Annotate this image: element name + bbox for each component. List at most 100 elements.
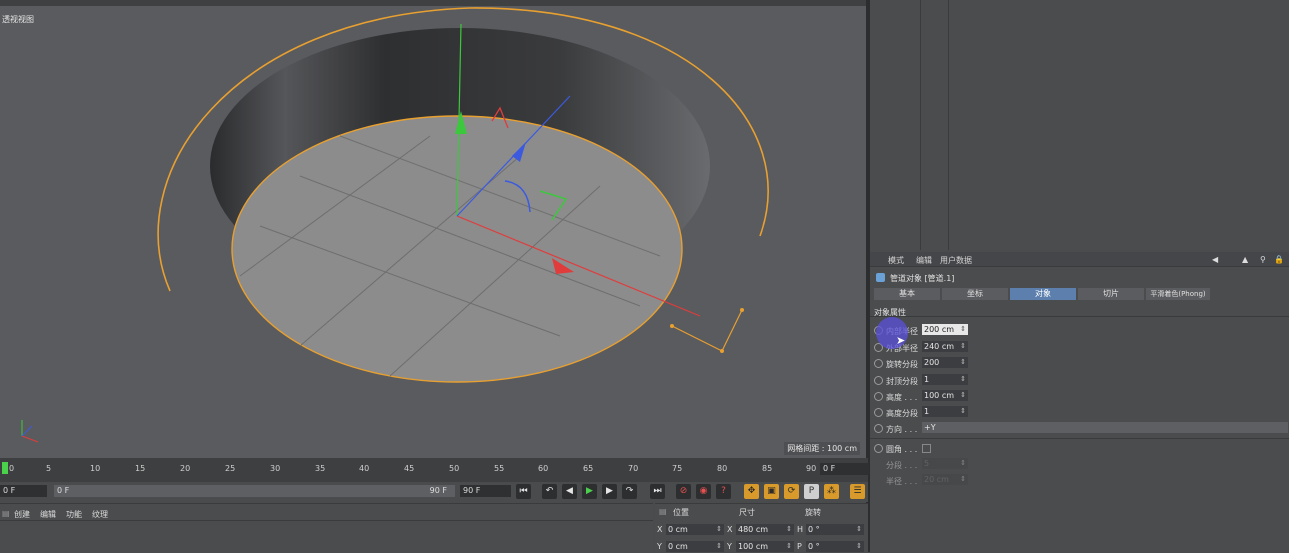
tick-label: 75 [672,464,683,473]
tab-object[interactable]: 对象 [1010,288,1076,300]
scene-canvas[interactable] [0,6,866,458]
menu-texture[interactable]: 纹理 [92,509,108,520]
handle-bracket[interactable] [671,309,743,352]
tab-basic[interactable]: 基本 [874,288,940,300]
rotation-p-input[interactable]: 0 ° ⇕ [806,541,864,552]
prev-key-icon[interactable]: ↶ [542,484,557,499]
position-y-input[interactable]: 0 cm ⇕ [666,541,724,552]
param-label: 旋转分段 [886,360,918,369]
next-key-icon[interactable]: ↷ [622,484,637,499]
current-frame-field[interactable]: 0 F [820,463,869,475]
grid-spacing-readout: 网格间距 : 100 cm [784,442,860,455]
object-title: 管道对象 [管道.1] [890,274,955,283]
rotation-segments-input[interactable]: 200 ⇕ [922,357,968,368]
material-manager: ▤ 创建 编辑 功能 纹理 [0,503,653,553]
param-fillet: 圆角 . . . [874,442,974,456]
timeline-icon[interactable]: ☰ [850,484,865,499]
height-input[interactable]: 100 cm ⇕ [922,390,968,401]
menu-mode[interactable]: 模式 [888,255,904,266]
tick-label: 45 [404,464,415,473]
outer-radius-input[interactable]: 240 cm ⇕ [922,341,968,352]
menu-function[interactable]: 功能 [66,509,82,520]
anim-radio-icon[interactable] [874,359,883,368]
move-key-icon[interactable]: ✥ [744,484,759,499]
column-divider [920,0,921,250]
param-fillet-radius: 半径 . . . 20 cm ⇕ [874,474,974,488]
tab-slice[interactable]: 切片 [1078,288,1144,300]
rotation-h-input[interactable]: 0 ° ⇕ [806,524,864,535]
axis-label: H [797,525,804,534]
height-segments-input[interactable]: 1 ⇕ [922,406,968,417]
search-icon[interactable]: ⚲ [1260,255,1266,264]
tick-label: 40 [359,464,370,473]
perspective-viewport[interactable]: 透视视图 网格间距 : 100 cm [0,6,866,458]
pipe-floor [231,115,683,383]
param-key-icon[interactable]: P [804,484,819,499]
world-axis-gizmo [21,420,39,443]
record-icon[interactable]: ⊘ [676,484,691,499]
viewport-title: 透视视图 [2,15,34,24]
param-label: 分段 . . . [886,461,918,470]
next-frame-icon[interactable]: ▶ [602,484,617,499]
range-start-label: 0 F [57,486,70,495]
menu-edit[interactable]: 编辑 [40,509,56,520]
anim-radio-icon[interactable] [874,392,883,401]
param-label: 封顶分段 [886,377,918,386]
param-label: 圆角 . . . [886,445,918,454]
scale-key-icon[interactable]: ▣ [764,484,779,499]
tick-label: 25 [225,464,236,473]
object-header: 管道对象 [管道.1] [870,270,1289,284]
menu-user-data[interactable]: 用户数据 [940,255,972,266]
go-to-start-icon[interactable]: ⏮ [516,484,531,499]
tick-label: 70 [628,464,639,473]
tab-coord[interactable]: 坐标 [942,288,1008,300]
back-arrow-icon[interactable]: ◀ [1212,255,1218,264]
play-icon[interactable]: ▶ [582,484,597,499]
cap-segments-input[interactable]: 1 ⇕ [922,374,968,385]
keyframe-help-icon[interactable]: ? [716,484,731,499]
position-x-input[interactable]: 0 cm ⇕ [666,524,724,535]
up-arrow-icon[interactable]: ▲ [1242,255,1248,264]
timeline-ruler[interactable]: 0 5 10 15 20 25 30 35 40 45 50 55 60 65 … [0,458,869,482]
size-x-input[interactable]: 480 cm ⇕ [736,524,794,535]
section-divider [870,438,1289,439]
size-header: 尺寸 [739,508,755,517]
lock-icon[interactable]: 🔒 [1274,255,1284,264]
param-fillet-segments: 分段 . . . 5 ⇕ [874,458,974,472]
fillet-radius-input[interactable]: 20 cm ⇕ [922,474,968,485]
go-to-end-icon[interactable]: ⏭ [650,484,665,499]
menu-edit[interactable]: 编辑 [916,255,932,266]
anim-radio-icon[interactable] [874,376,883,385]
tick-label: 50 [449,464,460,473]
section-divider [870,316,1289,317]
size-y-input[interactable]: 100 cm ⇕ [736,541,794,552]
tick-label: 15 [135,464,146,473]
tick-label: 55 [494,464,505,473]
end-frame-field[interactable]: 90 F [460,485,511,497]
frame-range-slider[interactable]: 0 F 90 F [54,485,455,497]
axis-label: X [727,525,733,534]
fillet-checkbox[interactable] [922,444,931,453]
inner-radius-input[interactable]: 200 cm ⇕ [922,324,968,335]
attributes-menubar: 模式 编辑 用户数据 ◀ ▲ ⚲ 🔒 [870,252,1289,267]
tab-phong[interactable]: 平滑着色(Phong) [1146,288,1210,300]
anim-radio-icon[interactable] [874,408,883,417]
auto-key-icon[interactable]: ◉ [696,484,711,499]
param-label: 高度分段 [886,409,918,418]
menu-create[interactable]: 创建 [14,509,30,520]
orientation-select[interactable]: +Y [922,422,1288,433]
anim-radio-icon[interactable] [874,444,883,453]
param-cap-segments: 封顶分段 1 ⇕ [874,374,974,388]
prev-frame-icon[interactable]: ◀ [562,484,577,499]
rotate-key-icon[interactable]: ⟳ [784,484,799,499]
grip-icon: ▤ [2,509,10,518]
fillet-segments-input[interactable]: 5 ⇕ [922,458,968,469]
current-frame-marker[interactable] [2,462,8,474]
pla-key-icon[interactable]: ⁂ [824,484,839,499]
coordinates-manager: ▤ 位置 尺寸 旋转 X 0 cm ⇕ X 480 cm ⇕ H 0 ° ⇕ Y 0 … [655,503,868,553]
tick-label: 80 [717,464,728,473]
anim-radio-icon[interactable] [874,424,883,433]
column-divider [948,0,949,250]
start-frame-field[interactable]: 0 F [0,485,47,497]
tick-label: 10 [90,464,101,473]
